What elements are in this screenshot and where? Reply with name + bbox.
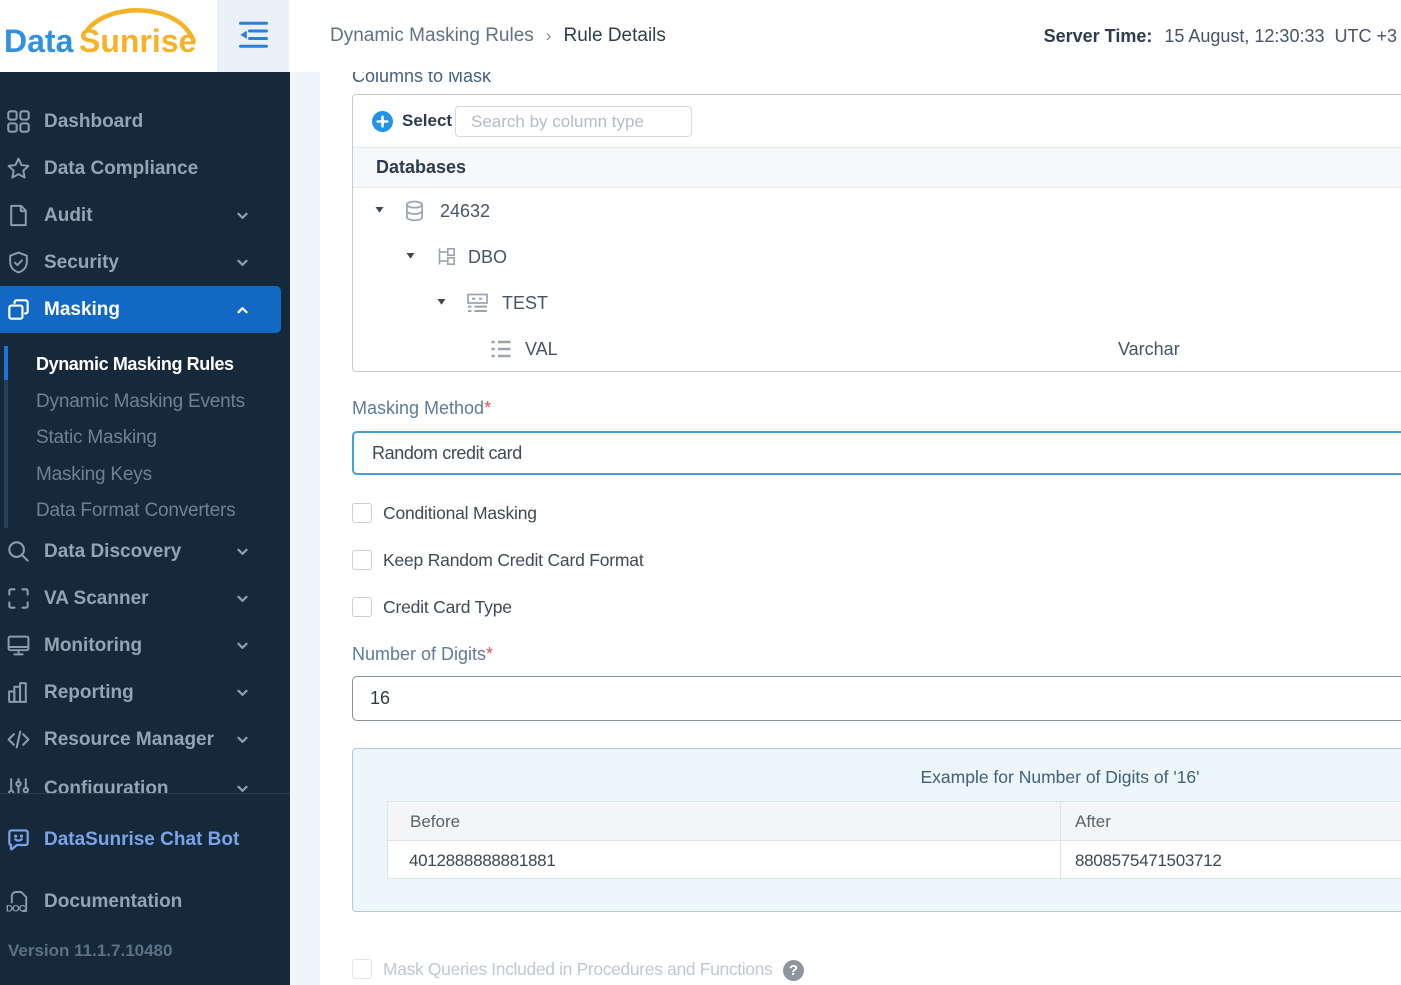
svg-text:Data: Data [4, 23, 74, 59]
svg-text:DOC: DOC [6, 903, 26, 914]
svg-text:Sunrise: Sunrise [79, 23, 196, 59]
